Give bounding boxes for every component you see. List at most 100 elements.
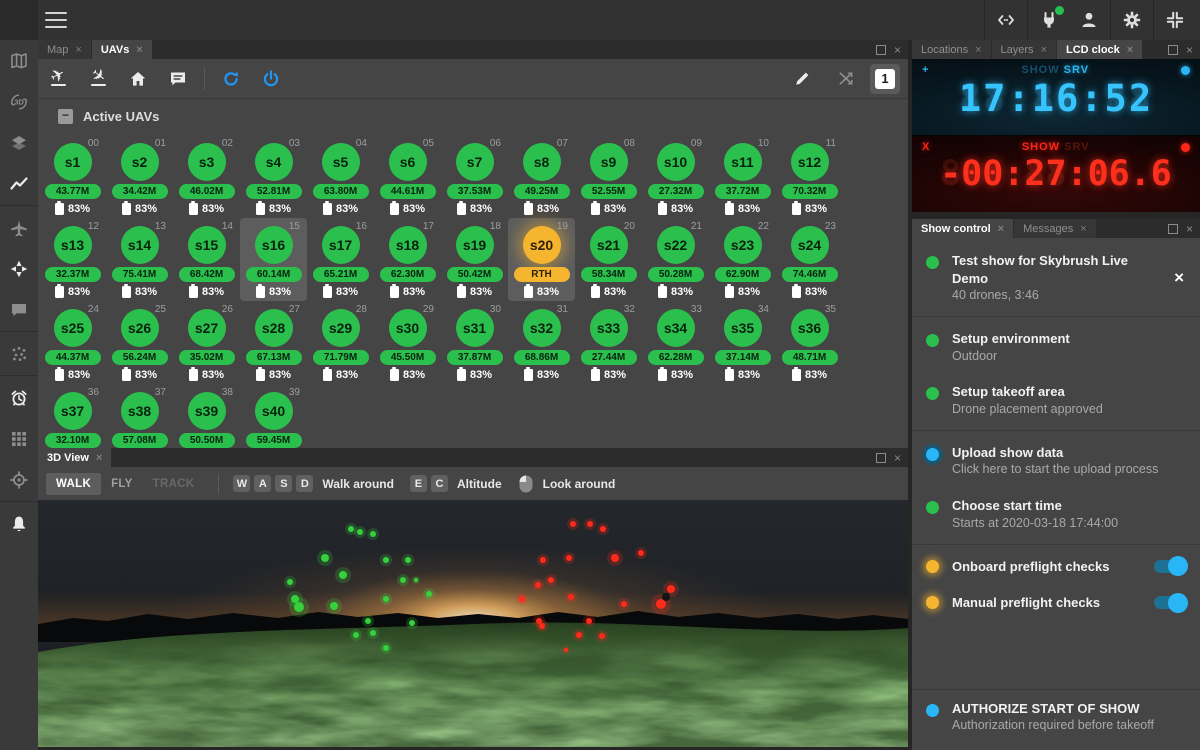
swarm-icon[interactable]	[0, 333, 38, 374]
authorize-item[interactable]: AUTHORIZE START OF SHOW Authorization re…	[912, 689, 1200, 746]
drone-status-circle[interactable]: s32	[523, 309, 561, 347]
bell-icon[interactable]	[0, 503, 38, 544]
drone-card-s16[interactable]: 15s1660.14M83%	[240, 218, 307, 301]
tab-close-icon[interactable]: ×	[1127, 44, 1133, 56]
drone-status-circle[interactable]: s8	[523, 143, 561, 181]
tab-close-icon[interactable]: ×	[1080, 223, 1086, 235]
drone-card-s15[interactable]: 14s1568.42M83%	[173, 218, 240, 301]
compress-icon[interactable]	[1164, 9, 1186, 31]
gear-icon[interactable]	[1121, 9, 1143, 31]
drone-status-circle[interactable]: s39	[188, 392, 226, 430]
drone-status-circle[interactable]: s37	[54, 392, 92, 430]
tab-map[interactable]: Map×	[38, 40, 91, 59]
drone-status-circle[interactable]: s6	[389, 143, 427, 181]
drone-status-circle[interactable]: s2	[121, 143, 159, 181]
drone-status-circle[interactable]: s36	[791, 309, 829, 347]
drone-status-circle[interactable]: s23	[724, 226, 762, 264]
drone-status-circle[interactable]: s21	[590, 226, 628, 264]
drone-status-circle[interactable]: s30	[389, 309, 427, 347]
drone-card-s1[interactable]: 00s143.77M83%	[39, 135, 106, 218]
drone-card-s7[interactable]: 06s737.53M83%	[441, 135, 508, 218]
checklist-item[interactable]: Test show for Skybrush Live Demo40 drone…	[912, 242, 1200, 313]
selection-count-button[interactable]: 1	[870, 64, 900, 94]
drone-card-s4[interactable]: 03s452.81M83%	[240, 135, 307, 218]
refresh-button[interactable]	[211, 59, 251, 98]
drone-card-s39[interactable]: 38s3950.50M83%	[173, 384, 240, 448]
checklist-item[interactable]: Manual preflight checks	[912, 584, 1200, 621]
person-icon[interactable]	[1078, 9, 1100, 31]
drone-status-circle[interactable]: s25	[54, 309, 92, 347]
drone-status-circle[interactable]: s38	[121, 392, 159, 430]
drone-status-circle[interactable]: s26	[121, 309, 159, 347]
drone-status-circle[interactable]: s35	[724, 309, 762, 347]
drone-status-circle[interactable]: s9	[590, 143, 628, 181]
map-icon[interactable]	[0, 40, 38, 81]
tab-close-icon[interactable]: ×	[975, 44, 981, 56]
tab-lcd-clock[interactable]: LCD clock×	[1057, 40, 1142, 59]
drone-card-s22[interactable]: 21s2250.28M83%	[642, 218, 709, 301]
edit-pencil-icon[interactable]	[782, 59, 822, 98]
drone-status-circle[interactable]: s15	[188, 226, 226, 264]
close-icon[interactable]: ×	[894, 44, 901, 56]
land-button[interactable]: ✈	[78, 59, 118, 98]
toggle-switch-on[interactable]	[1154, 560, 1186, 573]
hamburger-menu-icon[interactable]	[45, 12, 67, 28]
maximize-icon[interactable]	[876, 45, 886, 55]
tab-close-icon[interactable]: ×	[998, 223, 1004, 235]
drone-status-circle[interactable]: s28	[255, 309, 293, 347]
drone-status-circle[interactable]: s19	[456, 226, 494, 264]
plug-icon[interactable]	[1038, 9, 1060, 31]
drone-status-circle[interactable]: s14	[121, 226, 159, 264]
grid-icon[interactable]	[0, 418, 38, 459]
maximize-icon[interactable]	[1168, 224, 1178, 234]
drone-card-s33[interactable]: 32s3327.44M83%	[575, 301, 642, 384]
mode-track[interactable]: TRACK	[143, 473, 205, 495]
drone-card-s37[interactable]: 36s3732.10M83%	[39, 384, 106, 448]
clock-badge[interactable]: X	[922, 141, 930, 153]
drone-status-circle[interactable]: s24	[791, 226, 829, 264]
drone-card-s17[interactable]: 16s1765.21M83%	[307, 218, 374, 301]
drone-status-circle[interactable]: s13	[54, 226, 92, 264]
checklist-item[interactable]: Upload show dataClick here to start the …	[912, 434, 1200, 487]
drone-status-circle[interactable]: s12	[791, 143, 829, 181]
drone-status-circle[interactable]: s10	[657, 143, 695, 181]
tab-3d-view[interactable]: 3D View×	[38, 448, 111, 467]
drone-card-s11[interactable]: 10s1137.72M83%	[709, 135, 776, 218]
drone-status-circle[interactable]: s11	[724, 143, 762, 181]
drone-card-s23[interactable]: 22s2362.90M83%	[709, 218, 776, 301]
drone-card-s2[interactable]: 01s234.42M83%	[106, 135, 173, 218]
drone-card-s18[interactable]: 17s1862.30M83%	[374, 218, 441, 301]
clock-badge[interactable]: +	[922, 64, 929, 76]
drone-status-circle[interactable]: s18	[389, 226, 427, 264]
drone-card-s20[interactable]: 19s20RTH83%	[508, 218, 575, 301]
clock-icon[interactable]	[0, 377, 38, 418]
threed-view-icon[interactable]: 3D	[0, 81, 38, 122]
shuffle-icon[interactable]	[826, 59, 866, 98]
drone-card-s5[interactable]: 04s563.80M83%	[307, 135, 374, 218]
drone-status-circle[interactable]: s3	[188, 143, 226, 181]
drone-card-s10[interactable]: 09s1027.32M83%	[642, 135, 709, 218]
scene-3d[interactable]	[38, 500, 908, 747]
checklist-item[interactable]: Choose start timeStarts at 2020-03-18 17…	[912, 487, 1200, 540]
tab-close-icon[interactable]: ×	[1041, 44, 1047, 56]
tab-uavs[interactable]: UAVs×	[92, 40, 152, 59]
drone-status-circle[interactable]: s40	[255, 392, 293, 430]
tab-messages[interactable]: Messages×	[1014, 219, 1096, 238]
tab-layers[interactable]: Layers×	[992, 40, 1056, 59]
message-button[interactable]	[158, 59, 198, 98]
drone-status-circle[interactable]: s16	[255, 226, 293, 264]
drone-card-s8[interactable]: 07s849.25M83%	[508, 135, 575, 218]
tab-show-control[interactable]: Show control×	[912, 219, 1013, 238]
close-icon[interactable]: ×	[1186, 44, 1193, 56]
maximize-icon[interactable]	[876, 453, 886, 463]
drone-card-s27[interactable]: 26s2735.02M83%	[173, 301, 240, 384]
collapse-section-button[interactable]: −	[58, 109, 73, 124]
drone-card-s12[interactable]: 11s1270.32M83%	[776, 135, 843, 218]
drone-status-circle[interactable]: s17	[322, 226, 360, 264]
mode-fly[interactable]: FLY	[101, 473, 143, 495]
drone-status-circle[interactable]: s4	[255, 143, 293, 181]
toggle-switch-on[interactable]	[1154, 596, 1186, 609]
drone-card-s25[interactable]: 24s2544.37M83%	[39, 301, 106, 384]
drone-card-s19[interactable]: 18s1950.42M83%	[441, 218, 508, 301]
drone-card-s36[interactable]: 35s3648.71M83%	[776, 301, 843, 384]
